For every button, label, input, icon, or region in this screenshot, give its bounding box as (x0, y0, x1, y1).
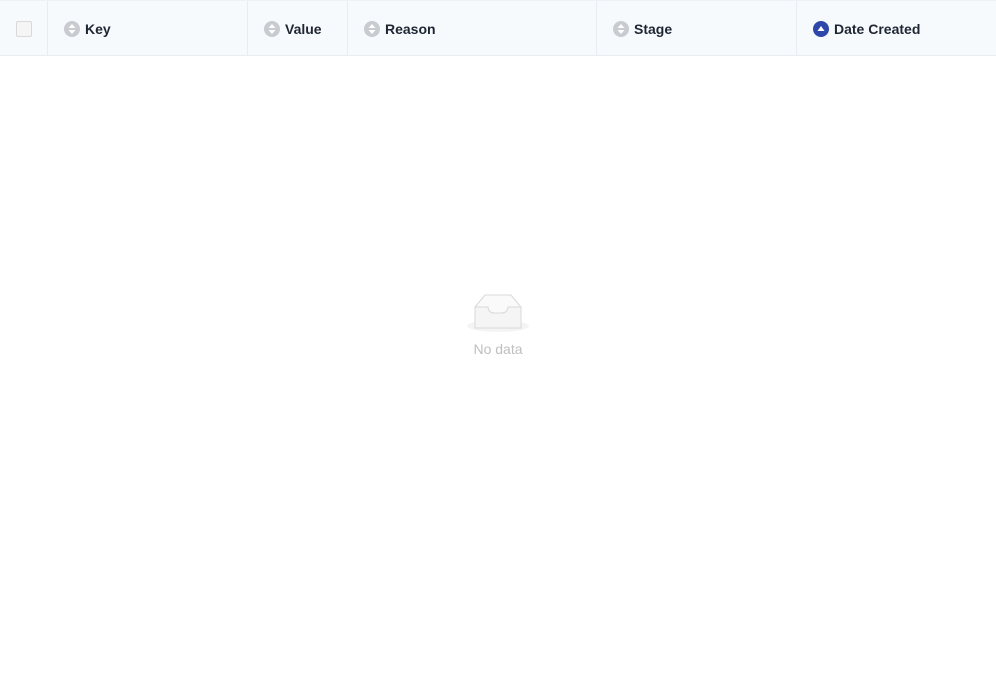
column-header-date-created[interactable]: Date Created (797, 1, 996, 56)
sort-icon[interactable] (364, 20, 380, 37)
sort-stage-button[interactable]: Stage (613, 20, 673, 37)
data-table: Key Value Reason Stage Date Created No d… (0, 0, 996, 687)
column-header-value[interactable]: Value (248, 1, 348, 56)
sort-ascending-icon[interactable] (813, 20, 829, 37)
sort-value-button[interactable]: Value (264, 20, 322, 37)
sort-icon[interactable] (264, 20, 280, 37)
sort-icon[interactable] (613, 20, 629, 37)
column-label-value: Value (285, 20, 322, 37)
column-label-date-created: Date Created (834, 20, 921, 37)
column-header-stage[interactable]: Stage (597, 1, 797, 56)
column-header-key[interactable]: Key (48, 1, 248, 56)
empty-state-text: No data (473, 341, 523, 357)
column-label-key: Key (85, 20, 111, 37)
table-header: Key Value Reason Stage Date Created (0, 0, 996, 56)
sort-reason-button[interactable]: Reason (364, 20, 436, 37)
column-label-stage: Stage (634, 20, 673, 37)
select-column-header (0, 1, 48, 56)
sort-date-created-button[interactable]: Date Created (813, 20, 921, 37)
column-label-reason: Reason (385, 20, 436, 37)
empty-state: No data (0, 292, 996, 357)
select-all-checkbox[interactable] (15, 20, 32, 37)
column-header-reason[interactable]: Reason (348, 1, 597, 56)
empty-inbox-icon (467, 294, 529, 332)
sort-icon[interactable] (64, 20, 80, 37)
sort-key-button[interactable]: Key (64, 20, 111, 37)
